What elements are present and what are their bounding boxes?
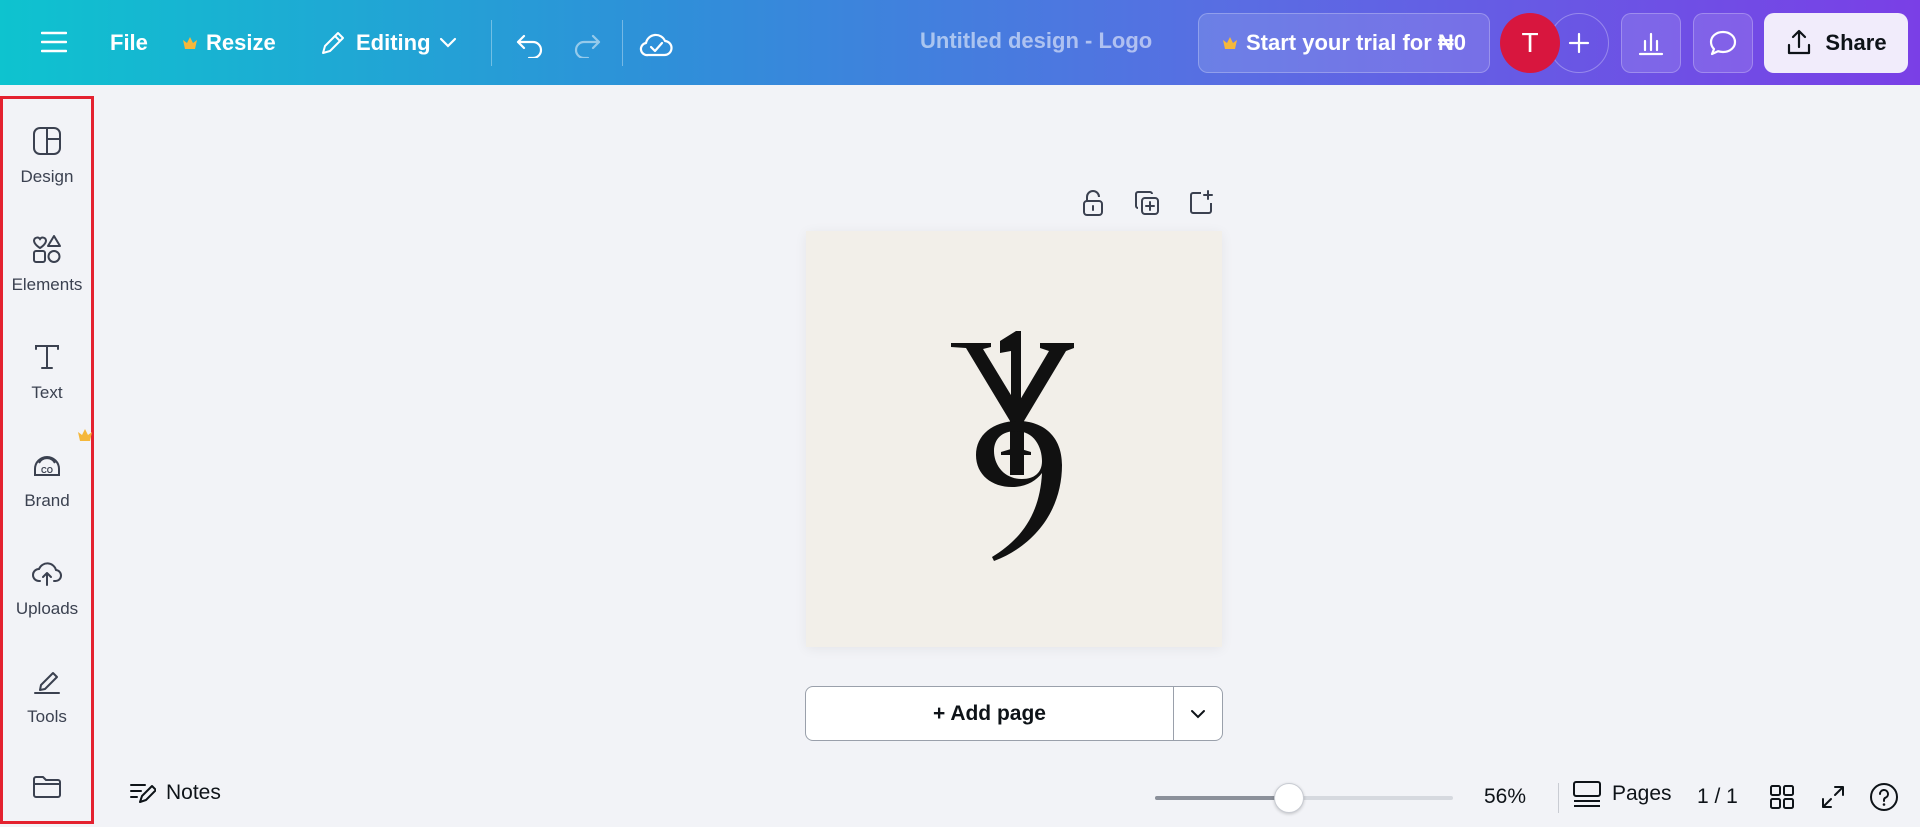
- sidebar-item-label: Text: [31, 383, 63, 402]
- brand-premium-crown-icon: [77, 428, 93, 445]
- tools-icon: [27, 661, 67, 701]
- save-status-button[interactable]: [632, 18, 680, 72]
- design-icon: [27, 121, 67, 161]
- design-page[interactable]: [806, 231, 1222, 647]
- help-button[interactable]: [1866, 779, 1902, 815]
- zoom-slider[interactable]: [1155, 783, 1453, 813]
- sidebar-item-label: Brand: [24, 491, 70, 510]
- cloud-check-icon: [639, 33, 673, 57]
- grid-view-button[interactable]: [1764, 779, 1800, 815]
- comment-icon: [1709, 30, 1737, 56]
- duplicate-icon: [1135, 191, 1159, 215]
- bar-chart-icon: [1638, 32, 1664, 56]
- pages-button[interactable]: Pages: [1572, 780, 1672, 808]
- brand-icon: CO: [27, 445, 67, 485]
- notes-button[interactable]: Notes: [128, 780, 221, 806]
- file-label: File: [110, 30, 148, 55]
- resize-button[interactable]: Resize: [170, 16, 288, 70]
- file-menu-button[interactable]: File: [98, 16, 160, 70]
- start-trial-button[interactable]: Start your trial for ₦0: [1198, 13, 1490, 73]
- crown-icon: [1222, 37, 1237, 49]
- text-icon: [27, 337, 67, 377]
- toolbar-divider: [491, 20, 492, 66]
- page-toolbar: [1076, 186, 1218, 220]
- add-page-button[interactable]: + Add page: [806, 687, 1174, 740]
- share-label: Share: [1825, 30, 1887, 55]
- sidebar-item-brand[interactable]: CO Brand: [3, 445, 91, 511]
- share-button[interactable]: Share: [1764, 13, 1908, 73]
- help-icon: [1870, 783, 1898, 811]
- trial-label: Start your trial for ₦0: [1245, 30, 1467, 55]
- zoom-level[interactable]: 56%: [1484, 785, 1526, 809]
- pages-layout-icon: [1573, 781, 1601, 807]
- sidebar-item-tools[interactable]: Tools: [3, 661, 91, 727]
- editing-mode-dropdown[interactable]: Editing: [306, 16, 469, 70]
- sidebar-item-text[interactable]: Text: [3, 337, 91, 403]
- zoom-slider-fill: [1155, 796, 1290, 800]
- sidebar-item-design[interactable]: Design: [3, 121, 91, 187]
- share-upload-icon: [1788, 29, 1811, 55]
- svg-text:CO: CO: [41, 466, 53, 475]
- insights-button[interactable]: [1621, 13, 1681, 73]
- pencil-icon: [322, 32, 344, 54]
- undo-button[interactable]: [506, 18, 554, 72]
- grid-icon: [1770, 785, 1794, 809]
- sidebar-item-projects[interactable]: [3, 766, 91, 806]
- redo-button[interactable]: [563, 18, 611, 72]
- add-page-top-button[interactable]: [1184, 186, 1218, 220]
- monogram-logo-artwork[interactable]: [806, 231, 1222, 647]
- add-page-control: + Add page: [805, 686, 1223, 741]
- notes-label: Notes: [166, 781, 221, 804]
- user-avatar[interactable]: T: [1500, 13, 1560, 73]
- bottom-divider: [1558, 783, 1559, 813]
- pages-label: Pages: [1612, 782, 1672, 805]
- add-page-dropdown-button[interactable]: [1174, 687, 1222, 740]
- sidebar-item-label: Tools: [27, 707, 67, 726]
- redo-icon: [574, 34, 601, 58]
- plus-icon: [1568, 32, 1590, 54]
- expand-icon: [1822, 786, 1844, 808]
- comments-button[interactable]: [1693, 13, 1753, 73]
- lock-page-button[interactable]: [1076, 186, 1110, 220]
- unlock-icon: [1083, 190, 1103, 216]
- fullscreen-button[interactable]: [1815, 779, 1851, 815]
- sidebar-item-uploads[interactable]: Uploads: [3, 553, 91, 619]
- zoom-slider-thumb[interactable]: [1274, 783, 1305, 813]
- resize-label: Resize: [206, 30, 276, 55]
- duplicate-page-button[interactable]: [1130, 186, 1164, 220]
- top-bar: File Resize Editing Untitled design - Lo…: [0, 0, 1920, 85]
- document-title[interactable]: Untitled design - Logo: [920, 28, 1152, 54]
- main-menu-button[interactable]: [30, 18, 78, 66]
- undo-icon: [516, 34, 543, 58]
- add-page-icon: [1190, 190, 1213, 214]
- page-count: 1 / 1: [1697, 785, 1738, 808]
- chevron-down-icon: [1191, 709, 1205, 718]
- editing-label: Editing: [356, 30, 431, 55]
- sidebar-item-label: Design: [20, 167, 74, 186]
- projects-folder-icon: [27, 766, 67, 806]
- left-sidebar: Design Elements Text CO Brand Uploads To…: [0, 96, 94, 824]
- sidebar-item-elements[interactable]: Elements: [3, 229, 91, 295]
- toolbar-divider: [622, 20, 623, 66]
- hamburger-menu-icon: [41, 31, 67, 53]
- notes-icon: [130, 784, 156, 803]
- sidebar-item-label: Elements: [11, 275, 83, 294]
- uploads-icon: [27, 553, 67, 593]
- crown-icon: [183, 37, 197, 49]
- sidebar-item-label: Uploads: [15, 599, 79, 618]
- elements-icon: [27, 229, 67, 269]
- chevron-down-icon: [439, 37, 456, 48]
